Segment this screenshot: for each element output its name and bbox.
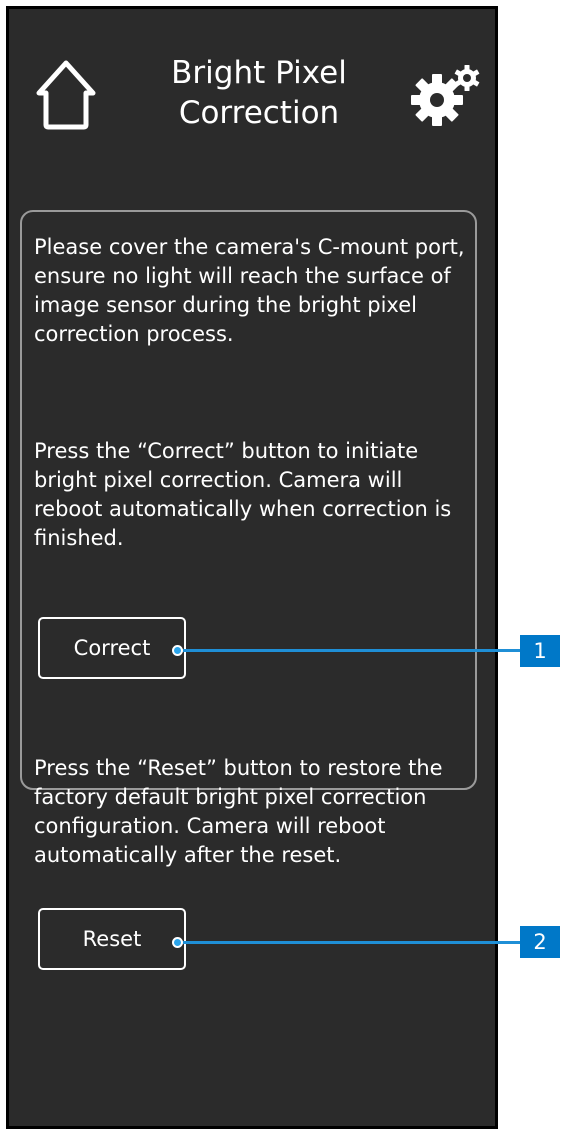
reset-instructions: Press the “Reset” button to restore the … [34, 756, 443, 867]
correct-button[interactable]: Correct [38, 617, 186, 679]
reset-button[interactable]: Reset [38, 908, 186, 970]
gear-icon[interactable] [407, 62, 483, 128]
callout-dot-2 [172, 937, 183, 948]
correct-instructions: Press the “Correct” button to initiate b… [34, 439, 452, 550]
callout-dot-1 [172, 645, 183, 656]
callout-line-2 [174, 941, 520, 944]
callout-badge-1: 1 [520, 635, 560, 667]
callout-badge-2: 2 [520, 926, 560, 958]
cover-instructions: Please cover the camera's C-mount port, … [34, 235, 465, 346]
page-title: Bright Pixel Correction [171, 55, 347, 131]
home-icon[interactable] [33, 55, 99, 131]
callout-line-1 [174, 649, 520, 652]
